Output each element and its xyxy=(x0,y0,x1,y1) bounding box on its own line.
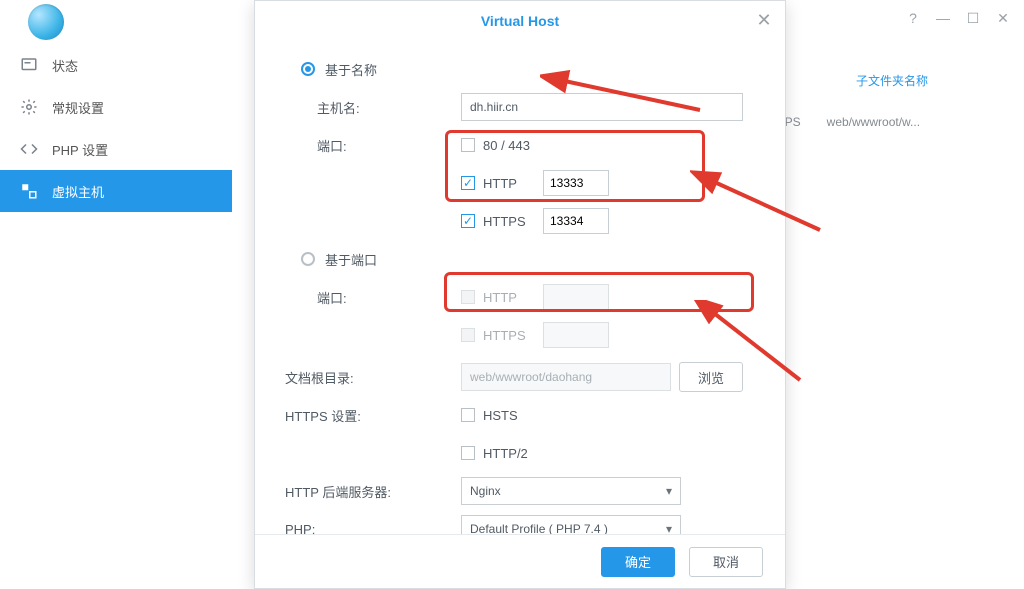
label-php: PHP: xyxy=(285,522,461,535)
label-https: HTTPS xyxy=(483,214,533,229)
label-http2: HTTP xyxy=(483,290,533,305)
label-hsts: HSTS xyxy=(483,408,533,423)
modal-body: 基于名称 主机名: 端口: 80 / 443 ✓ HTTP ✓ HTTPS xyxy=(255,41,785,534)
label-http: HTTP xyxy=(483,176,533,191)
bg-table: 子文件夹名称 TTPS web/wwwroot/w... xyxy=(770,60,1014,137)
help-icon[interactable]: ? xyxy=(898,8,928,28)
row-port2-http: 端口: HTTP xyxy=(285,281,755,313)
row-http2: HTTP/2 xyxy=(285,437,755,469)
code-icon xyxy=(20,140,38,158)
row-port2-https: HTTPS xyxy=(285,319,755,351)
checkbox-hsts[interactable] xyxy=(461,408,475,422)
row-radio-port: 基于端口 xyxy=(285,243,755,275)
sidebar-item-label: PHP 设置 xyxy=(52,140,108,159)
row-http: ✓ HTTP xyxy=(285,167,755,199)
checkbox-https-portbased xyxy=(461,328,475,342)
radio-by-port[interactable] xyxy=(301,252,315,266)
cancel-button[interactable]: 取消 xyxy=(689,547,763,577)
php-select-value: Default Profile ( PHP 7.4 ) xyxy=(470,522,608,534)
label-hostname: 主机名: xyxy=(285,98,461,117)
row-hostname: 主机名: xyxy=(285,91,755,123)
row-docroot: 文档根目录: 浏览 xyxy=(285,361,755,393)
https-port-input-disabled xyxy=(543,322,609,348)
chevron-down-icon: ▾ xyxy=(666,484,672,498)
modal-header: Virtual Host ✕ xyxy=(255,1,785,41)
radio-by-port-label: 基于端口 xyxy=(325,250,377,269)
status-icon xyxy=(20,56,38,74)
radio-by-name[interactable] xyxy=(301,62,315,76)
docroot-input[interactable] xyxy=(461,363,671,391)
label-https-settings: HTTPS 设置: xyxy=(285,406,461,425)
label-backend: HTTP 后端服务器: xyxy=(285,482,461,501)
checkbox-port-default[interactable] xyxy=(461,138,475,152)
sidebar-item-status[interactable]: 状态 xyxy=(0,44,232,86)
host-icon xyxy=(20,182,38,200)
sidebar-item-label: 常规设置 xyxy=(52,98,104,117)
label-port-default: 80 / 443 xyxy=(483,138,533,153)
checkbox-http-portbased xyxy=(461,290,475,304)
app-logo-icon xyxy=(28,4,64,40)
gear-icon xyxy=(20,98,38,116)
bg-table-header: 子文件夹名称 xyxy=(770,60,1014,107)
label-port2: 端口: xyxy=(285,288,461,307)
checkbox-http[interactable]: ✓ xyxy=(461,176,475,190)
minimize-button[interactable]: — xyxy=(928,8,958,28)
sidebar-item-label: 状态 xyxy=(52,56,78,75)
virtual-host-dialog: Virtual Host ✕ 基于名称 主机名: 端口: 80 / 443 ✓ … xyxy=(254,0,786,589)
row-port-default: 端口: 80 / 443 xyxy=(285,129,755,161)
sidebar-item-general[interactable]: 常规设置 xyxy=(0,86,232,128)
maximize-button[interactable]: ☐ xyxy=(958,8,988,28)
sidebar: 状态 常规设置 PHP 设置 虚拟主机 xyxy=(0,44,232,589)
close-icon[interactable]: ✕ xyxy=(753,9,775,31)
row-https: ✓ HTTPS xyxy=(285,205,755,237)
label-port: 端口: xyxy=(285,136,461,155)
ok-button[interactable]: 确定 xyxy=(601,547,675,577)
radio-by-name-label: 基于名称 xyxy=(325,60,377,79)
http-port-input-disabled xyxy=(543,284,609,310)
modal-footer: 确定 取消 xyxy=(255,534,785,588)
checkbox-https[interactable]: ✓ xyxy=(461,214,475,228)
hostname-input[interactable] xyxy=(461,93,743,121)
bg-cell-path: web/wwwroot/w... xyxy=(827,107,920,137)
browse-button[interactable]: 浏览 xyxy=(679,362,743,392)
sidebar-item-php[interactable]: PHP 设置 xyxy=(0,128,232,170)
row-php: PHP: Default Profile ( PHP 7.4 ) ▾ xyxy=(285,513,755,534)
backend-select-value: Nginx xyxy=(470,484,501,498)
modal-title: Virtual Host xyxy=(481,13,559,29)
label-http2-opt: HTTP/2 xyxy=(483,446,533,461)
row-hsts: HTTPS 设置: HSTS xyxy=(285,399,755,431)
php-select[interactable]: Default Profile ( PHP 7.4 ) ▾ xyxy=(461,515,681,534)
label-https2: HTTPS xyxy=(483,328,533,343)
checkbox-http2[interactable] xyxy=(461,446,475,460)
row-backend: HTTP 后端服务器: Nginx ▾ xyxy=(285,475,755,507)
http-port-input[interactable] xyxy=(543,170,609,196)
sidebar-item-label: 虚拟主机 xyxy=(52,182,104,201)
sidebar-item-virtualhost[interactable]: 虚拟主机 xyxy=(0,170,232,212)
https-port-input[interactable] xyxy=(543,208,609,234)
backend-select[interactable]: Nginx ▾ xyxy=(461,477,681,505)
label-docroot: 文档根目录: xyxy=(285,368,461,387)
bg-close-button[interactable]: ✕ xyxy=(988,8,1018,28)
chevron-down-icon: ▾ xyxy=(666,522,672,534)
row-radio-name: 基于名称 xyxy=(285,53,755,85)
